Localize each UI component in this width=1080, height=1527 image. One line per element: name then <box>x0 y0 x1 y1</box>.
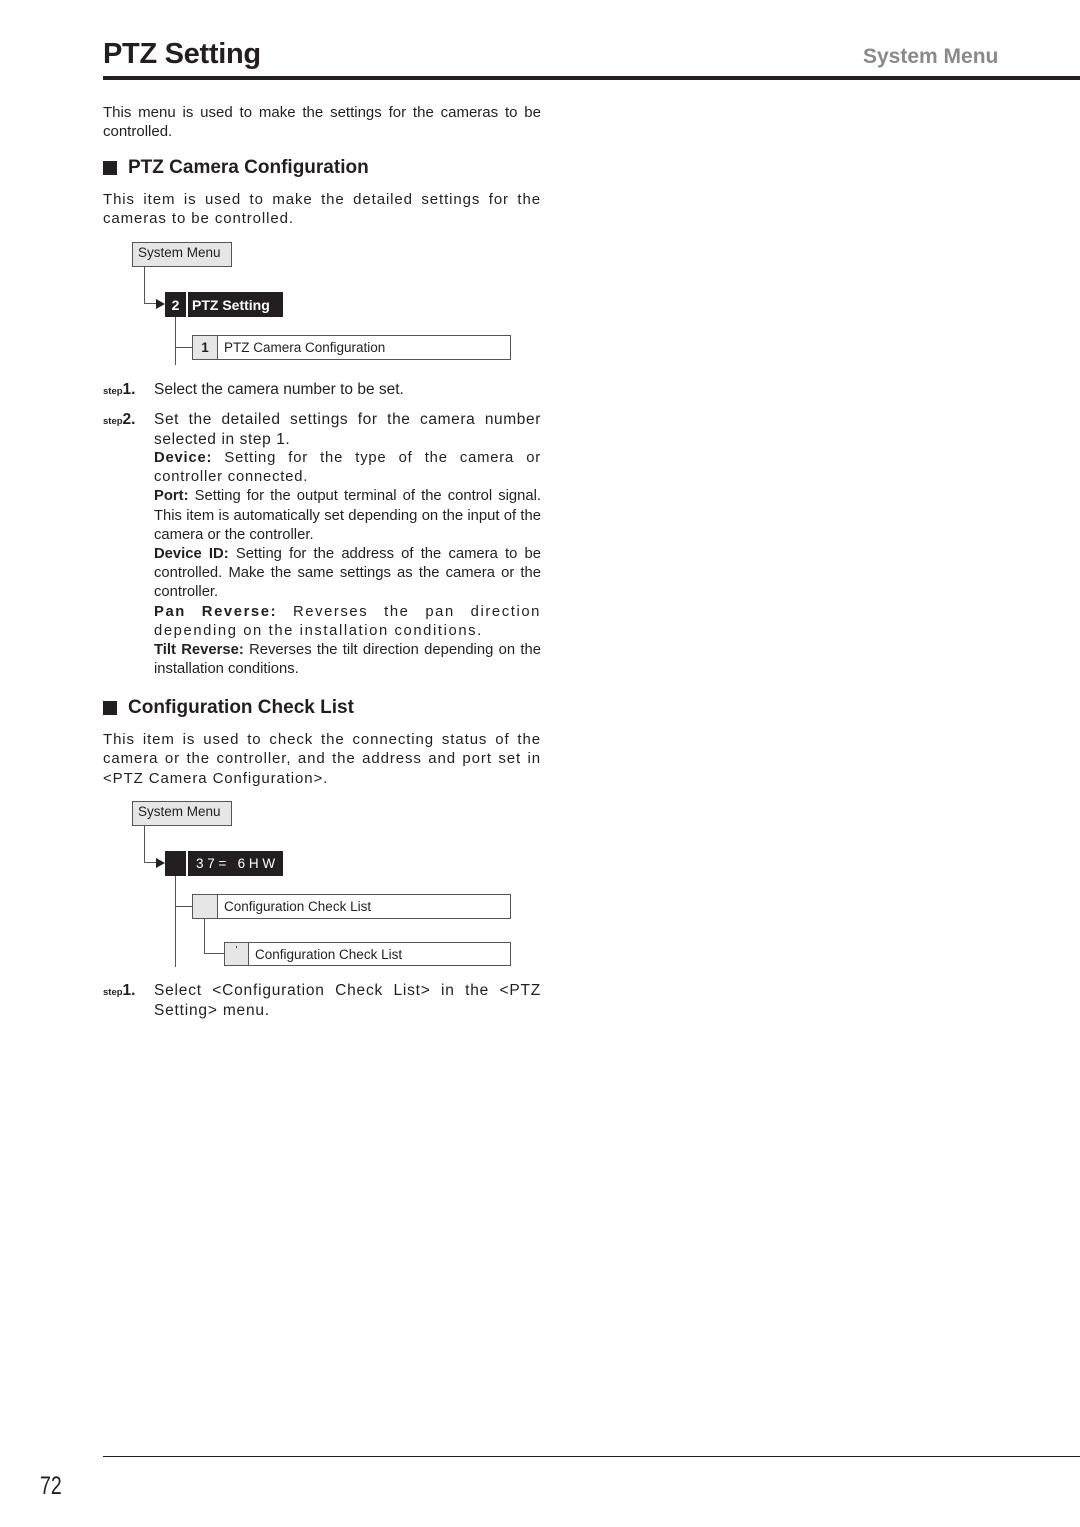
square-bullet-icon <box>103 161 117 175</box>
detail-text: Setting for the output terminal of the c… <box>154 488 541 543</box>
diagram-level1-label: PTZ Setting <box>188 292 283 317</box>
section-description: This item is used to check the connectin… <box>103 731 541 787</box>
step-number: 2. <box>122 411 136 428</box>
step-prefix: step <box>103 987 123 998</box>
diagram-level1-number <box>165 851 186 876</box>
diagram-root-system-menu: System Menu <box>132 801 232 826</box>
detail-device-id: Device ID: Setting for the address of th… <box>154 545 541 603</box>
step-text: Select <Configuration Check List> in the… <box>154 982 541 1019</box>
section-heading-configuration-check-list: Configuration Check List <box>103 697 354 719</box>
connector-line <box>175 317 176 365</box>
connector-line <box>175 876 176 967</box>
detail-term: Tilt Reverse: <box>154 642 244 659</box>
step-label: step1. <box>103 380 135 402</box>
diagram-level1-number: 2 <box>165 292 186 317</box>
section-heading-ptz-camera-configuration: PTZ Camera Configuration <box>103 157 369 179</box>
intro-paragraph: This menu is used to make the settings f… <box>103 104 541 141</box>
diagram-level1-label: 3 7 = 6 H W <box>188 851 283 876</box>
connector-line <box>144 267 145 304</box>
page-number: 72 <box>40 1472 62 1500</box>
connector-line <box>204 953 224 954</box>
diagram-level2-item: Configuration Check List <box>192 894 511 919</box>
section-description: This item is used to make the detailed s… <box>103 191 541 228</box>
detail-pan-reverse: Pan Reverse: Reverses the pan direction … <box>154 603 541 641</box>
title-rule <box>103 76 1080 80</box>
connector-line <box>175 906 192 907</box>
step-1: step1. Select the camera number to be se… <box>103 380 541 400</box>
step-prefix: step <box>103 416 123 427</box>
detail-tilt-reverse: Tilt Reverse: Reverses the tilt directio… <box>154 641 541 679</box>
detail-term: Port: <box>154 488 189 505</box>
page-title: PTZ Setting <box>103 38 261 70</box>
detail-list: Device: Setting for the type of the came… <box>154 449 541 679</box>
connector-line <box>175 347 192 348</box>
heading-text: Configuration Check List <box>128 697 354 718</box>
arrow-right-icon <box>156 858 165 868</box>
diagram-level2-item: 1 PTZ Camera Configuration <box>192 335 511 360</box>
item-label: Configuration Check List <box>255 946 403 962</box>
diagram-root-system-menu: System Menu <box>132 242 232 267</box>
item-number: ' <box>225 943 249 965</box>
step-text: Set the detailed settings for the camera… <box>154 411 541 448</box>
detail-device: Device: Setting for the type of the came… <box>154 449 541 487</box>
detail-port: Port: Setting for the output terminal of… <box>154 487 541 545</box>
detail-term: Device ID: <box>154 546 229 563</box>
detail-text: Setting for the type of the camera or co… <box>154 450 541 486</box>
item-number <box>193 895 218 918</box>
connector-line <box>144 826 145 863</box>
arrow-right-icon <box>156 299 165 309</box>
detail-term: Device: <box>154 450 213 466</box>
item-label: PTZ Camera Configuration <box>224 340 386 355</box>
item-number: 1 <box>193 336 218 359</box>
step-prefix: step <box>103 386 123 397</box>
item-label: Configuration Check List <box>224 899 372 914</box>
detail-term: Pan Reverse: <box>154 603 278 620</box>
step-number: 1. <box>122 982 136 999</box>
heading-text: PTZ Camera Configuration <box>128 157 369 178</box>
diagram-level3-item: ' Configuration Check List <box>224 942 511 966</box>
step-number: 1. <box>122 381 136 398</box>
step-2: step2. Set the detailed settings for the… <box>103 410 541 685</box>
step-label: step2. <box>103 410 135 432</box>
step-label: step1. <box>103 981 135 1003</box>
step-1: step1. Select <Configuration Check List>… <box>103 981 541 1023</box>
step-text: Select the camera number to be set. <box>154 381 404 398</box>
section-label: System Menu <box>863 45 999 68</box>
step-body: Set the detailed settings for the camera… <box>154 410 541 679</box>
connector-line <box>204 919 205 953</box>
footer-rule <box>103 1456 1080 1457</box>
square-bullet-icon <box>103 701 117 715</box>
